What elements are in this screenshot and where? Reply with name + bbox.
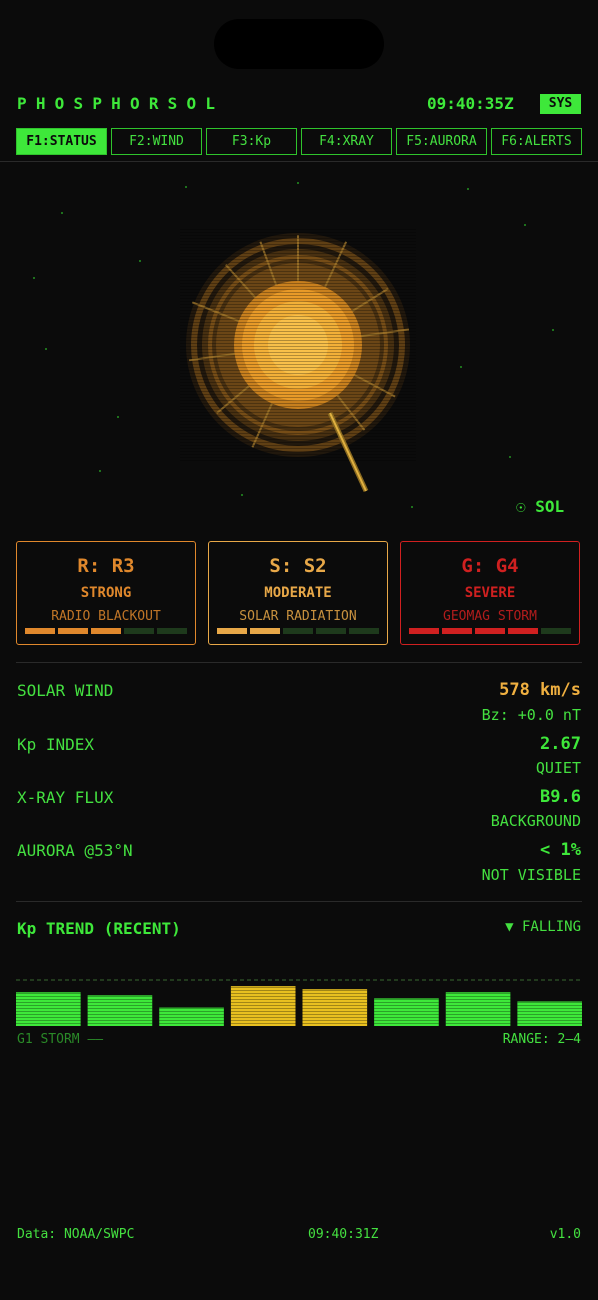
- scale-segment: [475, 628, 505, 634]
- kp-bar-scanlines: [159, 1007, 224, 1026]
- tab-wind[interactable]: F2:WIND: [111, 128, 202, 155]
- scale-segment: [91, 628, 121, 634]
- kp-bar-scanlines: [230, 986, 296, 1026]
- xray-flux-value: B9.6: [540, 787, 581, 807]
- kp-status: QUIET: [535, 759, 581, 777]
- header-divider: [0, 161, 598, 162]
- scale-level: SEVERE: [464, 585, 516, 601]
- dynamic-island: [214, 19, 384, 69]
- function-tabs: F1:STATUS F2:WIND F3:Kp F4:XRAY F5:AUROR…: [16, 128, 582, 155]
- aurora-label: AURORA @53°N: [17, 841, 133, 860]
- kp-bar-scanlines: [445, 992, 511, 1026]
- scale-code: G: G4: [461, 555, 519, 577]
- scale-segment: [541, 628, 571, 634]
- scale-description: RADIO BLACKOUT: [51, 609, 161, 624]
- tab-xray[interactable]: F4:XRAY: [301, 128, 392, 155]
- scale-segment: [409, 628, 439, 634]
- scale-code: R: R3: [77, 555, 135, 577]
- tab-kp[interactable]: F3:Kp: [206, 128, 297, 155]
- scale-level: MODERATE: [264, 585, 332, 601]
- scale-segment: [283, 628, 313, 634]
- xray-status: BACKGROUND: [490, 812, 581, 830]
- sol-label: ☉ SOL: [516, 497, 565, 516]
- scale-code: S: S2: [269, 555, 327, 577]
- geomag-storm-card[interactable]: G: G4 SEVERE GEOMAG STORM: [400, 541, 580, 645]
- scale-meter: [217, 628, 379, 634]
- kp-trend-chart: [16, 979, 582, 1026]
- kp-trend-title: Kp TREND (RECENT): [17, 919, 181, 938]
- tab-alerts[interactable]: F6:ALERTS: [491, 128, 582, 155]
- kp-range-label: RANGE: 2—4: [502, 1032, 581, 1047]
- app-version: v1.0: [549, 1227, 581, 1242]
- app-title: PHOSPHORSOL: [17, 94, 225, 113]
- kp-trend-direction: ▼ FALLING: [505, 919, 581, 935]
- radio-blackout-card[interactable]: R: R3 STRONG RADIO BLACKOUT: [16, 541, 196, 645]
- solar-wind-label: SOLAR WIND: [17, 681, 114, 700]
- scale-segment: [58, 628, 88, 634]
- xray-flux-label: X-RAY FLUX: [17, 788, 114, 807]
- solar-wind-value: 578 km/s: [499, 680, 581, 700]
- kp-bar-scanlines: [374, 998, 439, 1026]
- aurora-value: < 1%: [540, 840, 581, 860]
- utc-clock: 09:40:35Z: [427, 94, 514, 113]
- scale-description: GEOMAG STORM: [443, 609, 537, 624]
- kp-index-label: Kp INDEX: [17, 735, 95, 754]
- scale-segment: [316, 628, 346, 634]
- section-divider: [16, 662, 582, 663]
- scale-segment: [250, 628, 280, 634]
- kp-bar-scanlines: [87, 995, 153, 1026]
- tab-aurora[interactable]: F5:AURORA: [396, 128, 487, 155]
- kp-bar-scanlines: [517, 1001, 582, 1026]
- sun-visualization: [33, 182, 554, 508]
- sys-button[interactable]: SYS: [540, 94, 581, 114]
- data-source: Data: NOAA/SWPC: [17, 1227, 135, 1242]
- kp-bar-scanlines: [16, 992, 81, 1026]
- scale-level: STRONG: [80, 585, 132, 601]
- scale-meter: [25, 628, 187, 634]
- scale-segment: [217, 628, 247, 634]
- scale-description: SOLAR RADIATION: [239, 609, 357, 624]
- bz-value: Bz: +0.0 nT: [481, 706, 581, 724]
- kp-bar-scanlines: [302, 989, 368, 1026]
- g1-threshold-label: G1 STORM ——: [17, 1032, 104, 1047]
- tab-status[interactable]: F1:STATUS: [16, 128, 107, 155]
- solar-radiation-card[interactable]: S: S2 MODERATE SOLAR RADIATION: [208, 541, 388, 645]
- aurora-status: NOT VISIBLE: [481, 866, 581, 884]
- scale-meter: [409, 628, 571, 634]
- scale-segment: [124, 628, 154, 634]
- scale-segment: [349, 628, 379, 634]
- scale-segment: [25, 628, 55, 634]
- last-updated: 09:40:31Z: [308, 1227, 379, 1242]
- scale-segment: [442, 628, 472, 634]
- kp-index-value: 2.67: [540, 734, 581, 754]
- scale-segment: [508, 628, 538, 634]
- section-divider: [16, 901, 582, 902]
- scale-segment: [157, 628, 187, 634]
